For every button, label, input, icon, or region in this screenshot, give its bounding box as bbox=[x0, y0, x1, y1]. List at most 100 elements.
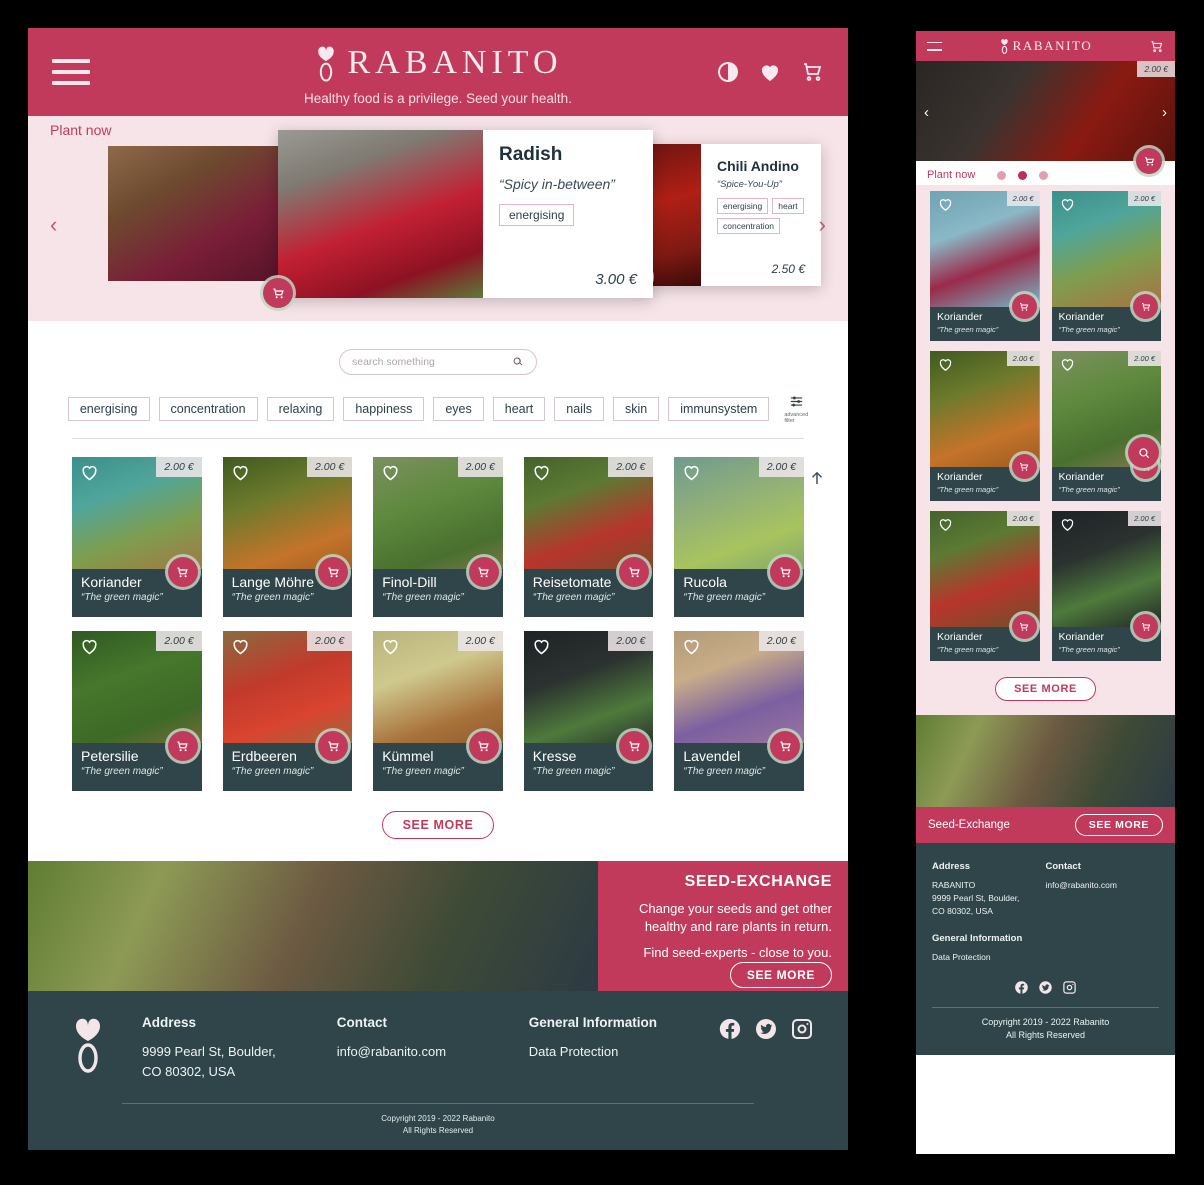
favourite-heart-icon[interactable] bbox=[531, 636, 552, 662]
favourite-heart-icon[interactable] bbox=[230, 462, 251, 488]
product-card[interactable]: 2.00 € Koriander “The green magic” bbox=[1051, 191, 1161, 341]
favourite-heart-icon[interactable] bbox=[79, 462, 100, 488]
favourite-heart-icon[interactable] bbox=[531, 462, 552, 488]
favourite-heart-icon[interactable] bbox=[1059, 196, 1076, 218]
favourite-heart-icon[interactable] bbox=[380, 636, 401, 662]
mobile-hero-carousel[interactable]: 2.00 € ‹ › bbox=[916, 61, 1175, 174]
add-to-cart-button[interactable] bbox=[263, 278, 293, 308]
hamburger-icon[interactable] bbox=[927, 41, 942, 51]
tag-pill[interactable]: concentration bbox=[717, 218, 781, 234]
add-to-cart-button[interactable] bbox=[770, 557, 800, 587]
mobile-footer-data-protection-link[interactable]: Data Protection bbox=[932, 951, 1159, 964]
filter-chip-concentration[interactable]: concentration bbox=[158, 396, 258, 421]
product-card[interactable]: 2.00 € Lange Möhre “The green magic” bbox=[222, 457, 353, 617]
favourite-heart-icon[interactable] bbox=[681, 636, 702, 662]
product-price: 2.00 € bbox=[1006, 511, 1040, 526]
cart-icon[interactable] bbox=[800, 60, 824, 84]
filter-chip-heart[interactable]: heart bbox=[492, 396, 546, 421]
product-card[interactable]: 2.00 € Koriander “The green magic” bbox=[930, 351, 1040, 501]
favourite-heart-icon[interactable] bbox=[681, 462, 702, 488]
favourite-heart-icon[interactable] bbox=[230, 636, 251, 662]
product-card[interactable]: 2.00 € Kümmel “The green magic” bbox=[373, 631, 503, 791]
add-to-cart-button[interactable] bbox=[1133, 614, 1158, 639]
mobile-footer-contact-email[interactable]: info@rabanito.com bbox=[1046, 879, 1160, 892]
filter-chip-immunsystem[interactable]: immunsystem bbox=[668, 396, 770, 421]
hero-next-arrow[interactable]: › bbox=[819, 212, 826, 238]
mobile-seed-exchange-see-more-button[interactable]: SEE MORE bbox=[1074, 814, 1163, 836]
cart-icon[interactable] bbox=[1149, 39, 1164, 54]
product-card[interactable]: 2.00 € Kresse “The green magic” bbox=[523, 631, 654, 791]
add-to-cart-button[interactable] bbox=[770, 731, 800, 761]
product-card[interactable]: 2.00 € Koriander “The green magic” bbox=[930, 511, 1040, 661]
filter-chip-row: energising concentration relaxing happin… bbox=[28, 393, 848, 424]
heart-icon[interactable] bbox=[758, 60, 782, 84]
filter-chip-nails[interactable]: nails bbox=[554, 396, 604, 421]
add-to-cart-button[interactable] bbox=[1011, 454, 1037, 479]
product-card[interactable]: 2.00 € Koriander “The green magic” bbox=[1051, 511, 1161, 661]
tag-pill[interactable]: energising bbox=[499, 204, 575, 226]
tag-pill[interactable]: heart bbox=[772, 198, 804, 214]
mobile-search-button[interactable] bbox=[1128, 437, 1159, 468]
favourite-heart-icon[interactable] bbox=[937, 356, 954, 378]
search-box[interactable] bbox=[339, 349, 537, 375]
product-card[interactable]: 2.00 € Lavendel “The green magic” bbox=[674, 631, 804, 791]
hero-prev-arrow[interactable]: ‹ bbox=[50, 212, 57, 238]
mobile-see-more-products-button[interactable]: SEE MORE bbox=[995, 677, 1096, 701]
filter-chip-happiness[interactable]: happiness bbox=[343, 396, 425, 421]
add-to-cart-button[interactable] bbox=[318, 557, 349, 587]
facebook-icon[interactable] bbox=[1014, 980, 1029, 995]
instagram-icon[interactable] bbox=[790, 1017, 814, 1041]
hero-card-chili-andino[interactable]: Chili Andino “Spice-You-Up” energising h… bbox=[621, 144, 821, 292]
footer-data-protection-link[interactable]: Data Protection bbox=[529, 1042, 718, 1062]
carousel-dot[interactable] bbox=[1039, 170, 1049, 180]
add-to-cart-button[interactable] bbox=[1011, 294, 1037, 319]
footer-contact-email[interactable]: info@rabanito.com bbox=[337, 1042, 501, 1062]
filter-chip-eyes[interactable]: eyes bbox=[433, 396, 484, 421]
add-to-cart-button[interactable] bbox=[468, 557, 499, 587]
add-to-cart-button[interactable] bbox=[468, 731, 499, 761]
product-card[interactable]: 2.00 € Erdbeeren “The green magic” bbox=[222, 631, 353, 791]
contrast-icon[interactable] bbox=[716, 60, 740, 84]
tag-pill[interactable]: energising bbox=[717, 198, 769, 214]
add-to-cart-button[interactable] bbox=[1011, 614, 1037, 639]
product-card[interactable]: 2.00 € Koriander “The green magic” bbox=[72, 457, 202, 617]
filter-chip-skin[interactable]: skin bbox=[612, 396, 660, 421]
hamburger-icon[interactable] bbox=[52, 59, 90, 85]
favourite-heart-icon[interactable] bbox=[937, 516, 954, 538]
product-card[interactable]: 2.00 € Rucola “The green magic” bbox=[674, 457, 804, 617]
filter-chip-relaxing[interactable]: relaxing bbox=[266, 396, 335, 421]
add-to-cart-button[interactable] bbox=[167, 557, 198, 587]
product-card[interactable]: 2.00 € Finol-Dill “The green magic” bbox=[373, 457, 503, 617]
scroll-to-top-button[interactable] bbox=[808, 469, 826, 487]
product-card[interactable]: 2.00 € Koriander “The green magic” bbox=[1051, 351, 1161, 501]
twitter-icon[interactable] bbox=[1038, 980, 1053, 995]
cart-icon bbox=[1020, 462, 1029, 471]
hero-card-radish[interactable]: Radish “Spicy in-between” energising 3.0… bbox=[263, 130, 653, 308]
carousel-dot[interactable] bbox=[997, 170, 1007, 180]
mobile-hero-next-arrow[interactable]: › bbox=[1162, 104, 1167, 121]
favourite-heart-icon[interactable] bbox=[1059, 356, 1076, 378]
add-to-cart-button[interactable] bbox=[167, 731, 198, 761]
favourite-heart-icon[interactable] bbox=[1059, 516, 1076, 538]
favourite-heart-icon[interactable] bbox=[380, 462, 401, 488]
product-card[interactable]: 2.00 € Koriander “The green magic” bbox=[930, 191, 1040, 341]
mobile-hero-prev-arrow[interactable]: ‹ bbox=[924, 104, 929, 121]
see-more-products-button[interactable]: SEE MORE bbox=[381, 811, 495, 839]
carousel-dot-active[interactable] bbox=[1018, 170, 1028, 180]
product-card[interactable]: 2.00 € Reisetomate “The green magic” bbox=[523, 457, 654, 617]
twitter-icon[interactable] bbox=[754, 1017, 778, 1041]
search-input[interactable] bbox=[352, 356, 512, 368]
search-icon[interactable] bbox=[512, 356, 524, 368]
seed-exchange-see-more-button[interactable]: SEE MORE bbox=[729, 961, 832, 988]
add-to-cart-button[interactable] bbox=[318, 731, 349, 761]
product-price: 2.00 € bbox=[1128, 351, 1161, 366]
facebook-icon[interactable] bbox=[718, 1017, 742, 1041]
advanced-filter-button[interactable]: advanced filter bbox=[784, 393, 808, 424]
instagram-icon[interactable] bbox=[1062, 980, 1077, 995]
add-to-cart-button[interactable] bbox=[1133, 294, 1158, 319]
filter-chip-energising[interactable]: energising bbox=[67, 396, 150, 421]
product-card[interactable]: 2.00 € Petersilie “The green magic” bbox=[72, 631, 202, 791]
add-to-cart-button[interactable] bbox=[1136, 148, 1162, 174]
favourite-heart-icon[interactable] bbox=[937, 196, 954, 218]
favourite-heart-icon[interactable] bbox=[79, 636, 100, 662]
